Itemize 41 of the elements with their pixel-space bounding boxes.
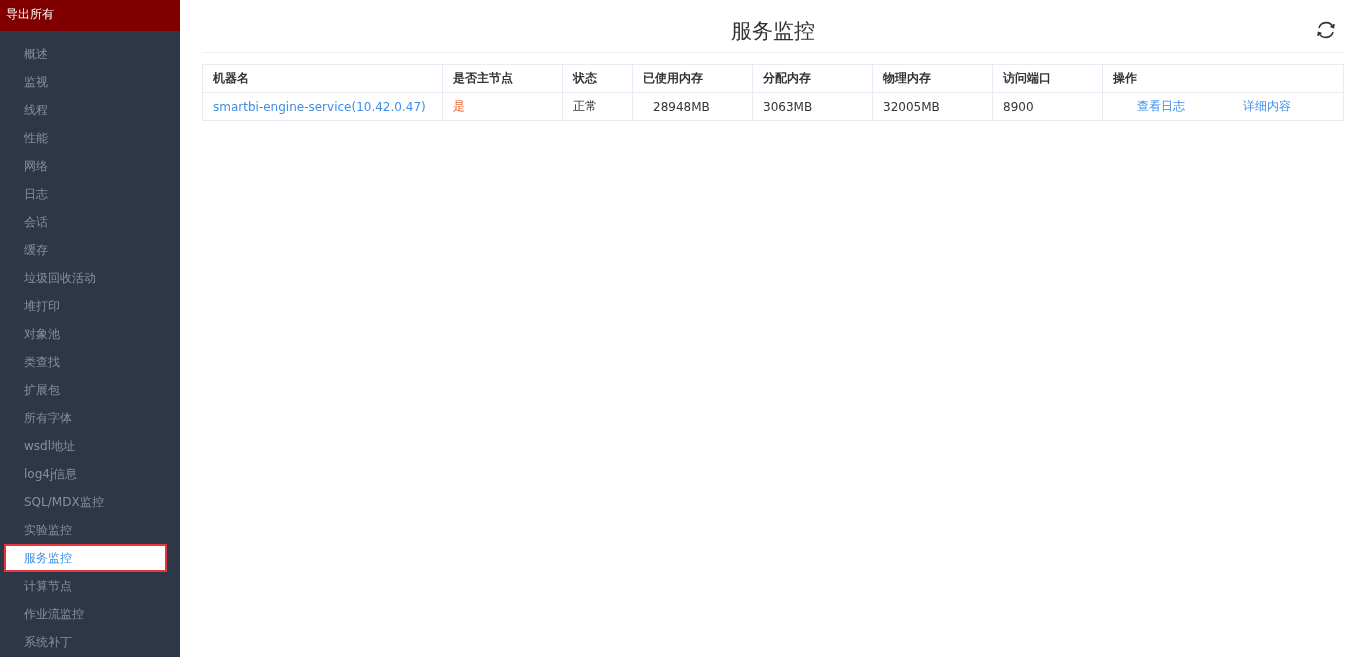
sidebar-item[interactable]: log4j信息 xyxy=(0,460,180,488)
sidebar-item[interactable]: 堆打印 xyxy=(0,292,180,320)
action-link[interactable]: 查看日志 xyxy=(1137,98,1185,115)
sidebar-item[interactable]: 实验监控 xyxy=(0,516,180,544)
column-header: 访问端口 xyxy=(992,64,1103,93)
sidebar-item[interactable]: 网络 xyxy=(0,152,180,180)
table-cell: 32005MB xyxy=(883,99,940,114)
sidebar-item[interactable]: 线程 xyxy=(0,96,180,124)
table-cell: 3063MB xyxy=(763,99,813,114)
page-title: 服务监控 xyxy=(731,18,815,45)
sidebar-item[interactable]: SQL/MDX监控 xyxy=(0,488,180,516)
sidebar-item[interactable]: wsdl地址 xyxy=(0,432,180,460)
sidebar-item[interactable]: 服务监控 xyxy=(4,544,167,572)
sidebar-item[interactable]: 概述 xyxy=(0,40,180,68)
sidebar-item[interactable]: 系统补丁 xyxy=(0,628,180,656)
column-header: 物理内存 xyxy=(872,64,993,93)
column-header: 分配内存 xyxy=(752,64,873,93)
sidebar-item[interactable]: 所有字体 xyxy=(0,404,180,432)
table-cell: 正常 xyxy=(573,99,597,113)
sidebar-item[interactable]: 扩展包 xyxy=(0,376,180,404)
sidebar-item[interactable]: 垃圾回收活动 xyxy=(0,264,180,292)
refresh-icon[interactable] xyxy=(1316,20,1336,40)
sidebar-item[interactable]: 性能 xyxy=(0,124,180,152)
export-all-button[interactable]: 导出所有 xyxy=(0,0,180,31)
column-header: 机器名 xyxy=(202,64,443,93)
sidebar-item[interactable]: 监视 xyxy=(0,68,180,96)
column-header: 是否主节点 xyxy=(442,64,563,93)
column-header: 状态 xyxy=(562,64,633,93)
sidebar-item[interactable]: 作业流监控 xyxy=(0,600,180,628)
sidebar-item[interactable]: 会话 xyxy=(0,208,180,236)
table-cell: 8900 xyxy=(1003,99,1034,114)
sidebar-item[interactable]: 日志 xyxy=(0,180,180,208)
table-cell: 是 xyxy=(453,99,465,113)
column-header: 已使用内存 xyxy=(632,64,753,93)
sidebar-item[interactable]: 对象池 xyxy=(0,320,180,348)
column-header: 操作 xyxy=(1102,64,1344,93)
action-link[interactable]: 详细内容 xyxy=(1243,98,1291,115)
sidebar-item[interactable]: 计算节点 xyxy=(0,572,180,600)
sidebar-item[interactable]: 缓存 xyxy=(0,236,180,264)
table-cell: 28948MB xyxy=(653,99,710,114)
sidebar-item[interactable]: 类查找 xyxy=(0,348,180,376)
